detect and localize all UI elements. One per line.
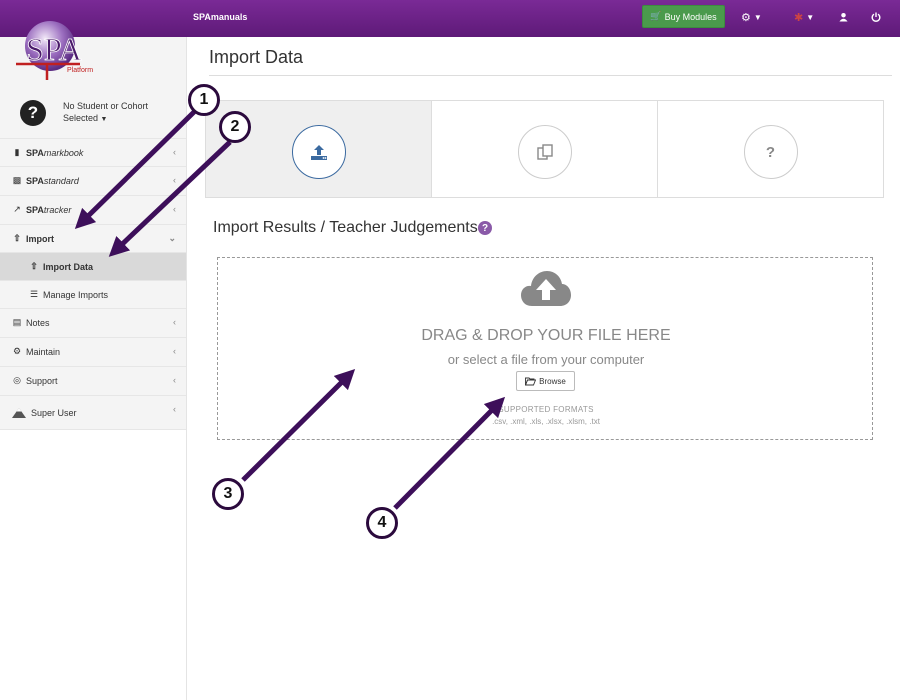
tracker-suffix: tracker (43, 204, 72, 215)
upload-icon: ⇧ (13, 233, 21, 243)
sidebar-item-maintain[interactable]: ⚙ Maintain ‹ (0, 337, 186, 365)
sidebar-item-import-data[interactable]: ⇧ Import Data (0, 252, 186, 280)
title-divider (209, 75, 892, 76)
supported-formats-title: SUPPORTED FORMATS (498, 405, 594, 414)
maintain-label: Maintain (26, 346, 61, 357)
markbook-prefix: SPA (26, 147, 44, 158)
buy-modules-button[interactable]: 🛒 Buy Modules (642, 5, 725, 28)
chevron-left-icon: ‹ (173, 204, 176, 214)
upload-icon (310, 144, 327, 160)
sidebar-item-support[interactable]: ◎ Support ‹ (0, 366, 186, 394)
super-user-label: Super User (31, 407, 77, 418)
callout-4: 4 (366, 507, 398, 539)
support-label: Support (26, 375, 58, 386)
import-data-label: Import Data (43, 261, 94, 272)
chevron-down-icon: ▼ (100, 116, 108, 123)
sidebar-item-standard[interactable]: ▩ SPA standard ‹ (0, 166, 186, 194)
chevron-down-icon: ▼ (806, 12, 815, 22)
app-window: SPAmanuals 🛒 Buy Modules ⚙ ▼ ✱ ▼ ? No St… (0, 0, 900, 700)
folder-open-icon (525, 377, 537, 385)
standard-suffix: standard (43, 175, 79, 186)
top-navbar: SPAmanuals 🛒 Buy Modules ⚙ ▼ ✱ ▼ (0, 0, 900, 37)
chevron-down-icon: ⌄ (168, 233, 176, 243)
sidebar-item-super-user[interactable]: Super User ‹ (0, 395, 186, 430)
book-icon: ▮ (14, 147, 20, 157)
power-icon (871, 12, 881, 22)
manage-imports-label: Manage Imports (43, 289, 109, 300)
sidebar-item-notes[interactable]: ▤ Notes ‹ (0, 308, 186, 336)
student-line-2: Selected (63, 113, 99, 123)
user-menu[interactable] (839, 9, 848, 25)
bar-chart-icon: ▩ (12, 175, 22, 185)
callout-2: 2 (219, 111, 251, 143)
sidebar-item-tracker[interactable]: ↗ SPA tracker ‹ (0, 195, 186, 223)
tab-confirm[interactable]: ? (658, 101, 883, 197)
logo-text: SPA (26, 31, 82, 67)
tab-map-columns-circle (517, 125, 572, 179)
browse-label: Browse (539, 376, 566, 386)
dropzone-heading: DRAG & DROP YOUR FILE HERE (421, 327, 671, 344)
sidebar-item-markbook[interactable]: ▮ SPA markbook ‹ (0, 138, 186, 166)
callout-1: 1 (188, 84, 220, 116)
student-line-1: No Student or Cohort (63, 101, 149, 111)
brand-link[interactable]: SPAmanuals (193, 12, 247, 22)
chevron-left-icon: ‹ (173, 175, 176, 185)
import-label: Import (26, 233, 54, 244)
note-icon: ▤ (12, 317, 22, 327)
chevron-down-icon: ▼ (753, 12, 762, 22)
chevron-left-icon: ‹ (173, 404, 176, 414)
chevron-left-icon: ‹ (173, 147, 176, 157)
settings-menu[interactable]: ⚙ ▼ (741, 9, 762, 25)
tab-map-columns[interactable] (432, 101, 658, 197)
cogs-icon: ⚙ (741, 11, 751, 24)
buy-modules-label: Buy Modules (664, 11, 717, 22)
logout-button[interactable] (871, 9, 881, 25)
line-chart-icon: ↗ (13, 204, 21, 214)
lifebuoy-icon: ◎ (13, 375, 21, 385)
tab-upload-circle (291, 125, 346, 179)
chevron-left-icon: ‹ (173, 317, 176, 327)
user-icon (839, 12, 848, 22)
chevron-left-icon: ‹ (173, 346, 176, 356)
cloud-upload-icon (521, 271, 571, 306)
logo-subtext: Platform (67, 67, 93, 74)
copy-icon (536, 144, 553, 160)
sidebar: ? No Student or Cohort Selected ▼ ▮ SPA m… (0, 37, 187, 700)
page-title: Import Data (209, 47, 304, 67)
list-icon: ☰ (29, 289, 39, 299)
dropzone-subtext: or select a file from your computer (447, 352, 645, 367)
help-icon[interactable]: ? (478, 221, 492, 235)
cart-icon: 🛒 (650, 11, 662, 21)
notes-label: Notes (26, 317, 50, 328)
spa-logo[interactable]: SPA Platform (14, 18, 96, 82)
file-dropzone[interactable]: DRAG & DROP YOUR FILE HERE or select a f… (217, 257, 873, 440)
browse-button[interactable]: Browse (516, 371, 575, 391)
callout-3: 3 (212, 478, 244, 510)
upload-icon: ⇧ (30, 261, 38, 271)
student-selector[interactable]: ? No Student or Cohort Selected ▼ (0, 96, 186, 138)
supported-formats-list: .csv, .xml, .xls, .xlsx, .xlsm, .txt (492, 417, 600, 426)
tracker-prefix: SPA (26, 204, 44, 215)
question-icon: ? (20, 100, 46, 126)
standard-prefix: SPA (26, 175, 44, 186)
markbook-suffix: markbook (43, 147, 84, 158)
import-wizard-tabs: ? (205, 100, 884, 198)
sidebar-item-import[interactable]: ⇧ Import ⌄ (0, 224, 186, 252)
student-selector-label: No Student or Cohort Selected ▼ (63, 100, 148, 126)
section-title: Import Results / Teacher Judgements (213, 219, 478, 236)
sidebar-item-manage-imports[interactable]: ☰ Manage Imports (0, 280, 186, 308)
puzzle-icon: ✱ (794, 11, 804, 24)
chevron-left-icon: ‹ (173, 375, 176, 385)
modules-menu[interactable]: ✱ ▼ (794, 9, 814, 25)
mountain-icon (12, 407, 26, 418)
question-icon: ? (743, 125, 798, 179)
cogs-icon: ⚙ (12, 346, 22, 356)
